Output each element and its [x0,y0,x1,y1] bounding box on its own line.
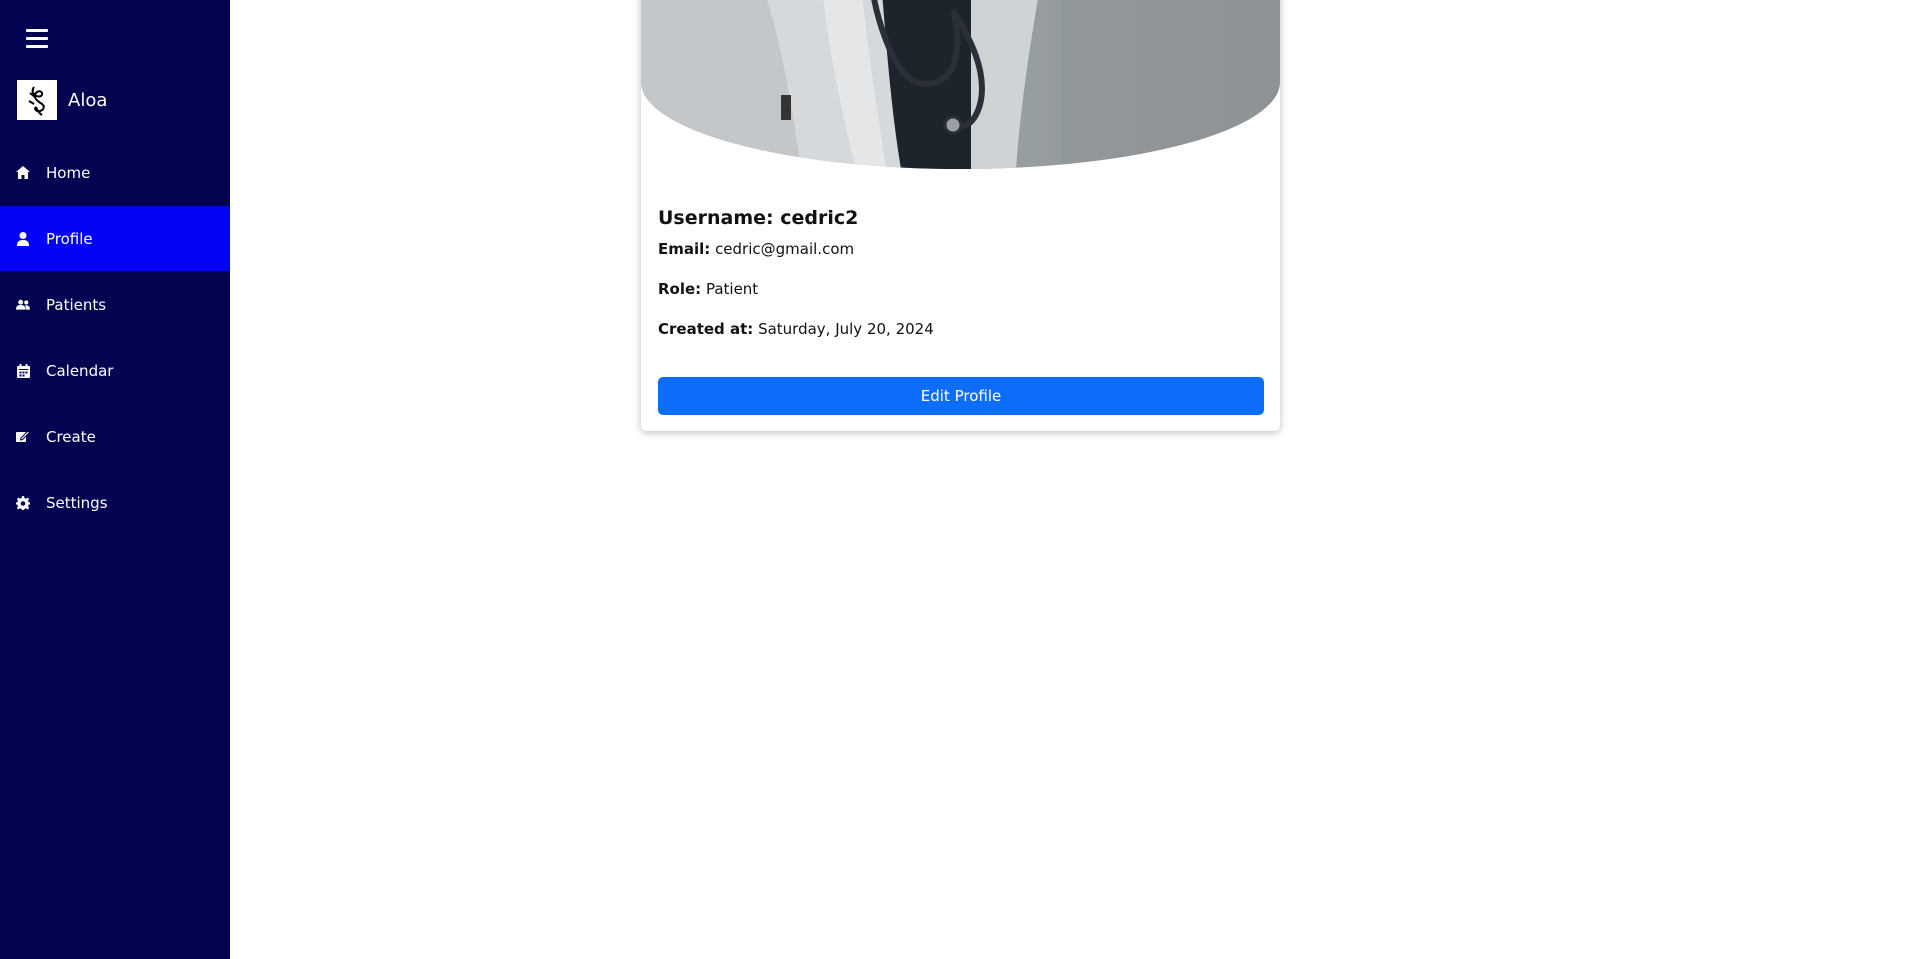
sidebar-item-profile[interactable]: Profile [0,206,230,271]
sidebar-item-label: Create [46,427,96,446]
home-icon [16,166,30,180]
menu-toggle-icon[interactable] [26,29,48,49]
created-value: Saturday, July 20, 2024 [758,320,934,338]
role-row: Role: Patient [658,279,1264,299]
sidebar-item-home[interactable]: Home [0,140,230,205]
username-label: Username: [658,207,774,229]
email-row: Email: cedric@gmail.com [658,239,1264,259]
profile-details: Username: cedric2 Email: cedric@gmail.co… [658,204,1264,339]
edit-profile-button[interactable]: Edit Profile [658,377,1264,415]
sidebar: Aloa Home Profile Patients Calendar Crea… [0,0,230,959]
profile-card: Username: cedric2 Email: cedric@gmail.co… [641,0,1280,431]
email-label: Email: [658,240,711,258]
created-label: Created at: [658,320,754,338]
sidebar-item-patients[interactable]: Patients [0,272,230,337]
username-heading: Username: cedric2 [658,204,1264,232]
doctor-photo [641,0,1280,169]
brand-name: Aloa [68,89,108,111]
edit-icon [16,430,30,444]
user-icon [16,231,30,246]
username-value: cedric2 [780,207,859,229]
sidebar-item-calendar[interactable]: Calendar [0,338,230,403]
email-value: cedric@gmail.com [715,240,855,258]
users-icon [16,298,30,312]
sidebar-item-settings[interactable]: Settings [0,470,230,535]
brand[interactable]: Aloa [17,80,107,120]
caduceus-logo-icon [17,80,57,120]
sidebar-item-label: Calendar [46,361,114,380]
calendar-icon [16,363,30,378]
sidebar-item-label: Settings [46,493,108,512]
role-label: Role: [658,280,702,298]
created-row: Created at: Saturday, July 20, 2024 [658,319,1264,339]
sidebar-item-label: Patients [46,295,107,314]
sidebar-item-label: Profile [46,229,93,248]
gear-icon [16,495,30,510]
sidebar-item-create[interactable]: Create [0,404,230,469]
role-value: Patient [705,280,759,298]
sidebar-item-label: Home [46,163,91,182]
